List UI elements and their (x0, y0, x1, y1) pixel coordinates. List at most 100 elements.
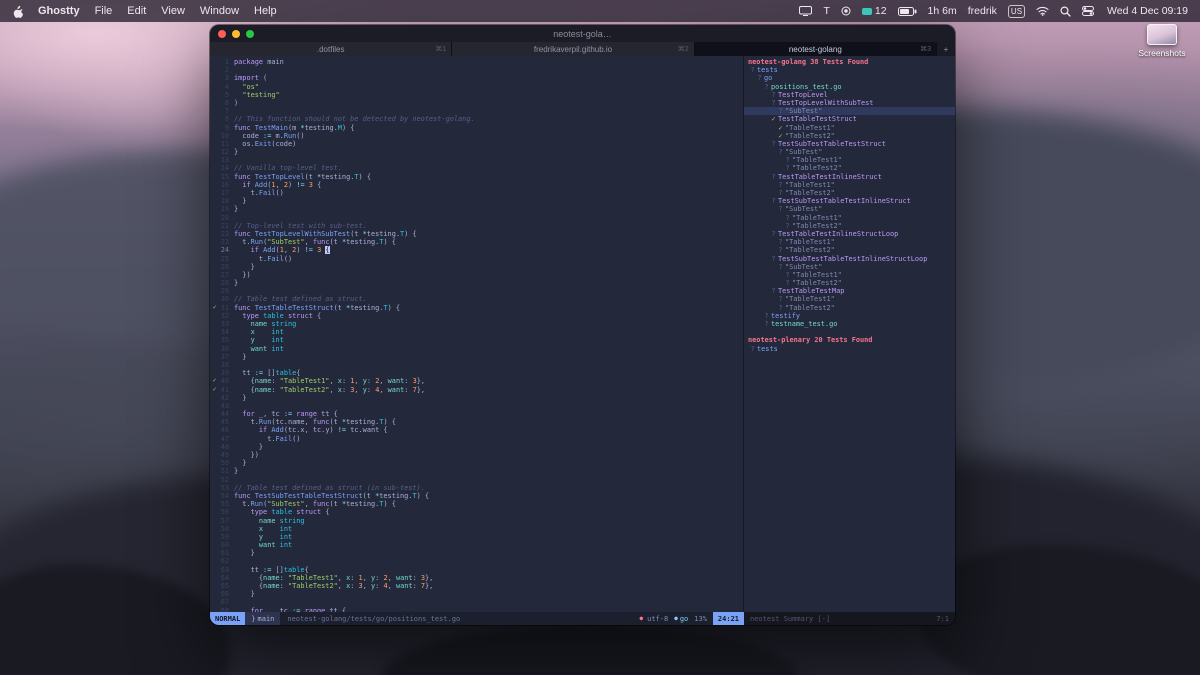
code-line[interactable]: 9func TestMain(m *testing.M) { (210, 124, 743, 132)
code-line[interactable]: 60 want int (210, 541, 743, 549)
summary-node-TableTest1[interactable]: ✓"TableTest1" (744, 124, 955, 132)
menu-item-view[interactable]: View (161, 5, 185, 17)
summary-node-testname_test.go[interactable]: ?testname_test.go (744, 320, 955, 328)
code-line[interactable]: 28} (210, 279, 743, 287)
code-line[interactable]: 8// This function should not be detected… (210, 115, 743, 123)
summary-node-SubTest[interactable]: ?"SubTest" (744, 107, 955, 115)
summary-node-TestSubTestTableTestInlineStructLoop[interactable]: ?TestSubTestTableTestInlineStructLoop (744, 255, 955, 263)
code-line[interactable]: 65 {name: "TableTest2", x: 3, y: 4, want… (210, 582, 743, 590)
code-line[interactable]: 63 tt := []table{ (210, 566, 743, 574)
summary-node-TestTopLevelWithSubTest[interactable]: ?TestTopLevelWithSubTest (744, 99, 955, 107)
code-line[interactable]: 47 t.Fail() (210, 435, 743, 443)
close-button[interactable] (218, 30, 226, 38)
code-line[interactable]: 38 (210, 361, 743, 369)
menubar-clock[interactable]: Wed 4 Dec 09:19 (1107, 5, 1188, 17)
code-line[interactable]: 23 t.Run("SubTest", func(t *testing.T) { (210, 238, 743, 246)
code-line[interactable]: 20 (210, 214, 743, 222)
code-line[interactable]: 49 }) (210, 451, 743, 459)
code-line[interactable]: ✓40 {name: "TableTest1", x: 1, y: 2, wan… (210, 377, 743, 385)
code-line[interactable]: 58 x int (210, 525, 743, 533)
code-line[interactable]: 15func TestTopLevel(t *testing.T) { (210, 173, 743, 181)
code-line[interactable]: 30// Table test defined as struct. (210, 295, 743, 303)
summary-node-TableTest1[interactable]: ?"TableTest1" (744, 238, 955, 246)
screenshots-desktop-icon[interactable]: Screenshots (1136, 24, 1188, 58)
code-line[interactable]: 67 (210, 598, 743, 606)
summary-node-TestSubTestTableTestInlineStruct[interactable]: ?TestSubTestTableTestInlineStruct (744, 197, 955, 205)
code-line[interactable]: 44 for _, tc := range tt { (210, 410, 743, 418)
battery-time-remaining[interactable]: 1h 6m (928, 5, 957, 17)
menu-item-help[interactable]: Help (254, 5, 277, 17)
code-line[interactable]: 45 t.Run(tc.name, func(t *testing.T) { (210, 418, 743, 426)
wifi-icon[interactable] (1036, 6, 1049, 16)
code-line[interactable]: 34 x int (210, 328, 743, 336)
summary-node-TableTest2[interactable]: ?"TableTest2" (744, 279, 955, 287)
code-line[interactable]: 59 y int (210, 533, 743, 541)
summary-node-TableTest2[interactable]: ?"TableTest2" (744, 246, 955, 254)
spotlight-search-icon[interactable] (1060, 6, 1071, 17)
code-line[interactable]: 7 (210, 107, 743, 115)
fast-user-switch[interactable]: fredrik (968, 5, 997, 17)
code-line[interactable]: 54func TestSubTestTableTestStruct(t *tes… (210, 492, 743, 500)
menu-item-file[interactable]: File (95, 5, 113, 17)
code-line[interactable]: 32 type table struct { (210, 312, 743, 320)
code-line[interactable]: 66 } (210, 590, 743, 598)
code-line[interactable]: 57 name string (210, 517, 743, 525)
code-line[interactable]: 13 (210, 156, 743, 164)
code-line[interactable]: 52 (210, 476, 743, 484)
code-line[interactable]: 48 } (210, 443, 743, 451)
code-line[interactable]: 33 name string (210, 320, 743, 328)
menu-item-ghostty[interactable]: Ghostty (38, 5, 80, 17)
summary-node-go[interactable]: ?go (744, 74, 955, 82)
code-line[interactable]: 4 "os" (210, 83, 743, 91)
tab-fredrikaverpil.github.io[interactable]: fredrikaverpil.github.io⌘2 (452, 42, 694, 56)
code-line[interactable]: 50 } (210, 459, 743, 467)
code-line[interactable]: 3import ( (210, 74, 743, 82)
code-line[interactable]: 53// Table test defined as struct (in su… (210, 484, 743, 492)
code-line[interactable]: 46 if Add(tc.x, tc.y) != tc.want { (210, 426, 743, 434)
summary-node-TableTest2[interactable]: ?"TableTest2" (744, 304, 955, 312)
summary-node-TestTableTestMap[interactable]: ?TestTableTestMap (744, 287, 955, 295)
code-line[interactable]: ✓41 {name: "TableTest2", x: 3, y: 4, wan… (210, 386, 743, 394)
code-editor[interactable]: 1package main 2 3import ( 4 "os" 5 "test… (210, 56, 744, 612)
code-line[interactable]: 61 } (210, 549, 743, 557)
summary-node-TestTopLevel[interactable]: ?TestTopLevel (744, 91, 955, 99)
summary-node-TableTest1[interactable]: ?"TableTest1" (744, 214, 955, 222)
code-line[interactable]: 62 (210, 557, 743, 565)
summary-node-SubTest[interactable]: ?"SubTest" (744, 148, 955, 156)
code-line[interactable]: 10 code := m.Run() (210, 132, 743, 140)
code-line[interactable]: 6) (210, 99, 743, 107)
code-line[interactable]: 35 y int (210, 336, 743, 344)
code-line[interactable]: 25 t.Fail() (210, 255, 743, 263)
summary-node-TableTest1[interactable]: ?"TableTest1" (744, 295, 955, 303)
code-line[interactable]: 22func TestTopLevelWithSubTest(t *testin… (210, 230, 743, 238)
battery-icon[interactable] (898, 7, 917, 16)
summary-node-TestTableTestStruct[interactable]: ✓TestTableTestStruct (744, 115, 955, 123)
neotest-summary-panel[interactable]: neotest-golang 38 Tests Found?tests?go?p… (744, 56, 955, 612)
code-line[interactable]: 24 if Add(1, 2) != 3 { (210, 246, 743, 254)
tailscale-icon[interactable]: T (823, 5, 829, 17)
code-line[interactable]: 39 tt := []table{ (210, 369, 743, 377)
code-line[interactable]: 11 os.Exit(code) (210, 140, 743, 148)
code-line[interactable]: 29 (210, 287, 743, 295)
menu-item-window[interactable]: Window (200, 5, 239, 17)
summary-node-TestTableTestInlineStructLoop[interactable]: ?TestTableTestInlineStructLoop (744, 230, 955, 238)
code-line[interactable]: 14// Vanilla top-level test. (210, 164, 743, 172)
code-line[interactable]: 64 {name: "TableTest1", x: 1, y: 2, want… (210, 574, 743, 582)
code-line[interactable]: 36 want int (210, 345, 743, 353)
summary-node-SubTest[interactable]: ?"SubTest" (744, 205, 955, 213)
control-center-icon[interactable] (1082, 6, 1094, 16)
summary-node-TableTest1[interactable]: ?"TableTest1" (744, 271, 955, 279)
summary-node-positions_test.go[interactable]: ?positions_test.go (744, 83, 955, 91)
code-line[interactable]: ✓31func TestTableTestStruct(t *testing.T… (210, 304, 743, 312)
menu-item-edit[interactable]: Edit (127, 5, 146, 17)
code-line[interactable]: 18 } (210, 197, 743, 205)
code-line[interactable]: 2 (210, 66, 743, 74)
code-line[interactable]: 55 t.Run("SubTest", func(t *testing.T) { (210, 500, 743, 508)
summary-node-TableTest2[interactable]: ?"TableTest2" (744, 164, 955, 172)
summary-node-TableTest2[interactable]: ?"TableTest2" (744, 189, 955, 197)
code-line[interactable]: 17 t.Fail() (210, 189, 743, 197)
summary-node-TableTest1[interactable]: ?"TableTest1" (744, 181, 955, 189)
record-icon[interactable] (841, 6, 851, 16)
code-line[interactable]: 5 "testing" (210, 91, 743, 99)
window-titlebar[interactable]: neotest-gola… (210, 25, 955, 42)
